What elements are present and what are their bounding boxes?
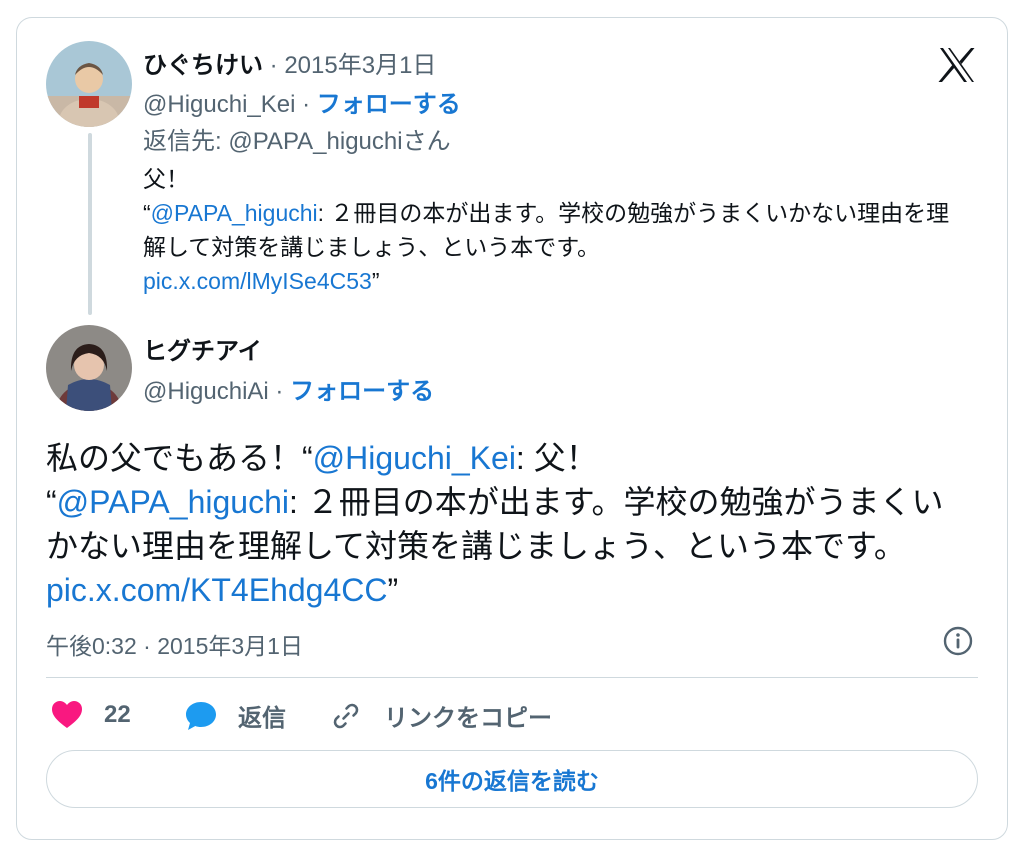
- like-count: 22: [104, 701, 131, 728]
- read-replies-label: 6件の返信を読む: [425, 768, 599, 794]
- heart-icon: [50, 698, 84, 732]
- quoted-mention-link[interactable]: @PAPA_higuchi: [151, 200, 318, 226]
- separator: ·: [263, 52, 285, 79]
- main-display-name[interactable]: ヒグチアイ: [143, 338, 262, 365]
- quoted-date[interactable]: 2015年3月1日: [284, 52, 436, 79]
- tweet-timestamp[interactable]: 午後0:32 · 2015年3月1日: [46, 627, 303, 661]
- quoted-text-line1: 父！: [143, 166, 189, 192]
- quoted-handle[interactable]: @Higuchi_Kei: [143, 91, 295, 118]
- main-header-line2: @HiguchiAi · フォローする: [143, 371, 434, 406]
- reply-label: 返信: [238, 705, 286, 732]
- main-follow-button[interactable]: フォローする: [290, 378, 434, 405]
- main-mention-link-2[interactable]: @PAPA_higuchi: [57, 484, 289, 520]
- quoted-tweet-text: 父！ “@PAPA_higuchi: ２冊目の本が出ます。学校の勉強がうまくいか…: [143, 162, 961, 298]
- thread-connector-line: [88, 133, 92, 315]
- copy-link-label: リンクをコピー: [384, 705, 552, 732]
- x-logo-icon[interactable]: [938, 46, 976, 84]
- quoted-display-name[interactable]: ひぐちけい: [143, 52, 263, 79]
- main-mention-link-1[interactable]: @Higuchi_Kei: [313, 440, 516, 476]
- read-replies-button[interactable]: 6件の返信を読む: [46, 750, 978, 808]
- main-header-line1: ヒグチアイ: [143, 331, 262, 366]
- avatar-higuchi-kei[interactable]: [46, 41, 132, 127]
- quoted-media-link[interactable]: pic.x.com/lMyISe4C53: [143, 268, 372, 294]
- reply-action[interactable]: 返信: [184, 698, 286, 733]
- main-text-intro: 私の父でもある！“: [46, 440, 313, 476]
- link-icon: [330, 700, 362, 732]
- info-icon[interactable]: [943, 626, 973, 656]
- main-handle[interactable]: @HiguchiAi: [143, 378, 269, 405]
- copy-link-action[interactable]: リンクをコピー: [330, 698, 552, 733]
- reply-to-prefix: 返信先:: [143, 128, 229, 155]
- quoted-header-line1: ひぐちけい · 2015年3月1日: [143, 45, 436, 80]
- reply-to-suffix: さん: [402, 128, 451, 155]
- like-action[interactable]: 22: [50, 698, 131, 732]
- speech-bubble-icon: [184, 699, 218, 733]
- separator: ·: [268, 378, 291, 405]
- reply-to-handle[interactable]: @PAPA_higuchi: [228, 128, 402, 155]
- quoted-header-line2: @Higuchi_Kei · フォローする: [143, 84, 461, 119]
- main-tweet-text: 私の父でもある！“@Higuchi_Kei: 父！ “@PAPA_higuchi:…: [46, 436, 966, 612]
- separator: ·: [295, 91, 317, 118]
- main-text-part2: : 父！: [515, 440, 598, 476]
- divider: [46, 677, 978, 678]
- open-quote-2: “: [46, 484, 57, 520]
- open-quote: “: [143, 200, 151, 226]
- close-quote: ”: [371, 268, 380, 294]
- avatar-higuchi-ai[interactable]: [46, 325, 132, 411]
- quoted-follow-button[interactable]: フォローする: [317, 91, 461, 118]
- main-media-link[interactable]: pic.x.com/KT4Ehdg4CC: [46, 572, 387, 608]
- close-quote-2: ”: [387, 572, 399, 608]
- reply-to-line: 返信先: @PAPA_higuchiさん: [143, 121, 451, 156]
